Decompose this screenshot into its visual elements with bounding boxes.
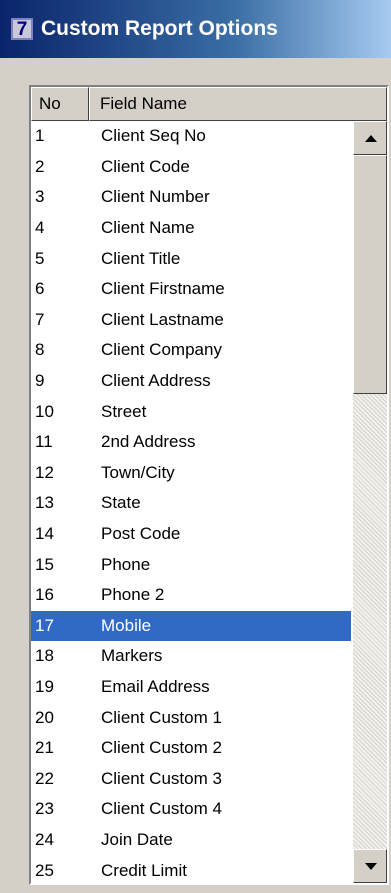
row-number: 10 [35,401,54,421]
window-title: Custom Report Options [41,17,278,40]
row-number: 19 [35,676,54,696]
row-field-name: Town/City [101,462,175,482]
row-number: 7 [35,309,45,329]
list-row[interactable]: 25 Credit Limit [31,855,351,883]
scroll-down-button[interactable] [353,849,387,883]
title-bar: 7 Custom Report Options [0,0,391,58]
list-row[interactable]: 14 Post Code [31,519,351,550]
row-number: 1 [35,126,45,146]
list-row[interactable]: 11 2nd Address [31,427,351,458]
list-row[interactable]: 3 Client Number [31,182,351,213]
list-row[interactable]: 6 Client Firstname [31,274,351,305]
row-number: 20 [35,707,54,727]
row-number: 18 [35,646,54,666]
list-row[interactable]: 1 Client Seq No [31,121,351,152]
list-row[interactable]: 15 Phone [31,549,351,580]
row-field-name: Join Date [101,829,173,849]
list-row[interactable]: 2 Client Code [31,152,351,183]
row-field-name: Phone 2 [101,585,165,605]
list-row[interactable]: 10 Street [31,396,351,427]
row-number: 23 [35,799,54,819]
row-number: 22 [35,768,54,788]
row-number: 24 [35,829,54,849]
row-field-name: Client Code [101,156,190,176]
row-field-name: Client Firstname [101,279,225,299]
row-field-name: Post Code [101,524,181,544]
row-field-name: Phone [101,554,151,574]
row-field-name: Client Lastname [101,309,224,329]
row-field-name: Client Name [101,218,195,238]
row-number: 3 [35,187,45,207]
list-row[interactable]: 18 Markers [31,641,351,672]
column-header-no[interactable]: No [31,87,89,121]
column-header-field-name[interactable]: Field Name [89,87,387,121]
row-field-name: Client Custom 4 [101,799,222,819]
list-row[interactable]: 21 Client Custom 2 [31,733,351,764]
row-field-name: Client Address [101,371,211,391]
list-row[interactable]: 16 Phone 2 [31,580,351,611]
app-icon: 7 [11,18,33,40]
list-row[interactable]: 22 Client Custom 3 [31,763,351,794]
row-field-name: Email Address [101,676,210,696]
row-field-name: 2nd Address [101,432,196,452]
list-row[interactable]: 9 Client Address [31,366,351,397]
list-row[interactable]: 13 State [31,488,351,519]
row-field-name: Mobile [101,615,152,635]
row-field-name: Markers [101,646,163,666]
row-number: 15 [35,554,54,574]
row-field-name: State [101,493,141,513]
row-number: 6 [35,279,45,299]
row-field-name: Client Seq No [101,126,206,146]
row-field-name: Client Custom 2 [101,738,222,758]
list-row[interactable]: 12 Town/City [31,458,351,489]
row-field-name: Client Custom 3 [101,768,222,788]
row-field-name: Street [101,401,147,421]
row-field-name: Client Number [101,187,210,207]
row-field-name: Client Title [101,248,181,268]
vertical-scrollbar[interactable] [353,121,387,883]
list-row[interactable]: 17 Mobile [31,610,351,642]
arrow-up-icon [365,135,377,142]
row-number: 13 [35,493,54,513]
list-row[interactable]: 8 Client Company [31,335,351,366]
list-rows: 1 Client Seq No 2 Client Code 3 Client Number… [31,121,351,883]
row-number: 5 [35,248,45,268]
list-row[interactable]: 23 Client Custom 4 [31,794,351,825]
row-number: 11 [35,432,53,452]
list-row[interactable]: 19 Email Address [31,672,351,703]
row-number: 9 [35,371,45,391]
list-row[interactable]: 24 Join Date [31,825,351,856]
scroll-up-button[interactable] [353,121,387,155]
row-field-name: Client Company [101,340,222,360]
list-row[interactable]: 4 Client Name [31,213,351,244]
row-number: 12 [35,462,54,482]
row-number: 25 [35,860,54,880]
row-number: 2 [35,156,45,176]
row-field-name: Client Custom 1 [101,707,222,727]
row-number: 4 [35,218,45,238]
field-list[interactable]: No Field Name 1 Client Seq No 2 Client Code… [29,85,389,885]
row-number: 21 [35,738,54,758]
list-header: No Field Name [31,87,387,121]
row-number: 14 [35,524,54,544]
list-row[interactable]: 7 Client Lastname [31,305,351,336]
list-row[interactable]: 5 Client Title [31,243,351,274]
list-row[interactable]: 20 Client Custom 1 [31,702,351,733]
arrow-down-icon [365,863,377,870]
scroll-thumb[interactable] [353,155,387,394]
row-field-name: Credit Limit [101,860,187,880]
row-number: 17 [35,615,54,635]
row-number: 8 [35,340,45,360]
row-number: 16 [35,585,54,605]
